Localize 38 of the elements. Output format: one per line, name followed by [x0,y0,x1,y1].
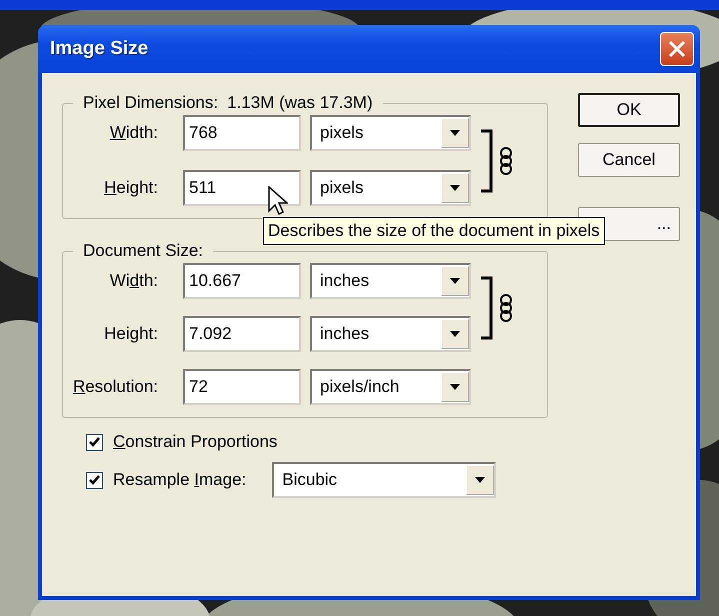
value-field[interactable]: 511 [183,170,301,206]
caret-icon [475,477,486,483]
field-label: Height: [103,324,159,344]
caret-icon [450,331,460,337]
value-field[interactable]: 768 [183,115,301,151]
option-label: Constrain Proportions [113,432,278,452]
value-field[interactable]: 10.667 [183,263,301,299]
group-title: Pixel Dimensions: [83,93,218,113]
cursor-icon [268,186,288,216]
close-icon [668,40,686,58]
dialog-button[interactable]: Cancel [578,143,680,177]
checkbox[interactable] [86,434,103,450]
option-label: Resample Image: [113,470,248,490]
value-field[interactable]: 72 [183,369,301,405]
window-title: Image Size [50,38,148,60]
unit-dropdown[interactable]: pixels [310,115,471,151]
field-label: Width: [108,123,159,143]
value-field[interactable]: 7.092 [183,316,301,352]
size-info: 1.13M (was 17.3M) [227,93,373,113]
field-label: Width: [108,271,159,291]
unit-dropdown[interactable]: pixels/inch [310,369,471,405]
caret-icon [450,130,460,136]
checkbox[interactable] [86,472,103,488]
close-button[interactable] [660,32,694,66]
field-label: Resolution: [72,377,159,397]
group-title: Document Size: [83,241,203,261]
check-icon [89,437,100,447]
tooltip: Describes the size of the document in pixels [263,217,605,245]
field-label: Height: [103,178,159,198]
check-icon [89,475,100,485]
unit-dropdown[interactable]: inches [310,316,471,352]
caret-icon [450,384,460,390]
caret-icon [450,278,460,284]
dialog-button[interactable]: OK [578,93,680,127]
unit-dropdown[interactable]: Bicubic [272,462,496,498]
caret-icon [450,185,460,191]
unit-dropdown[interactable]: pixels [310,170,471,206]
unit-dropdown[interactable]: inches [310,263,471,299]
